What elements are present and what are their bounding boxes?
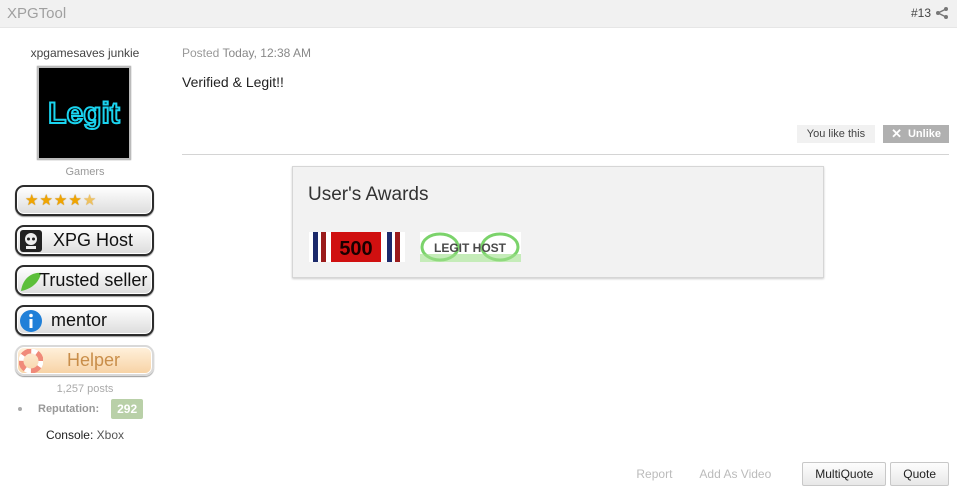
console-info: Console: Xbox	[0, 428, 170, 442]
award-legit-host[interactable]: LEGIT HOST	[420, 232, 521, 262]
post-date: Posted Today, 12:38 AM	[182, 46, 311, 60]
info-icon	[17, 307, 45, 334]
trusted-seller-badge: Trusted seller	[15, 265, 154, 296]
add-as-video-link[interactable]: Add As Video	[699, 467, 771, 481]
star-icon: ★	[68, 192, 82, 209]
xpg-host-badge: XPG Host	[15, 225, 154, 256]
badge-label: Trusted seller	[39, 270, 148, 290]
console-label: Console:	[45, 428, 94, 442]
bullet-icon	[18, 407, 22, 411]
award-label: LEGIT HOST	[434, 241, 507, 255]
post-number-link[interactable]: #13	[911, 6, 931, 20]
helper-badge: Helper	[15, 345, 154, 376]
share-icon[interactable]	[935, 6, 949, 20]
quote-button[interactable]: Quote	[890, 462, 949, 486]
member-title: xpgamesaves junkie	[30, 46, 140, 60]
divider	[182, 154, 949, 155]
star-icon: ★	[53, 192, 68, 209]
star-icon: ★	[39, 192, 53, 209]
rating-stars: ★ ★ ★ ★ ★	[17, 193, 96, 208]
author-sidebar: xpgamesaves junkie Legit Gamers ★ ★ ★ ★ …	[0, 28, 170, 501]
unlike-label: Unlike	[907, 128, 941, 140]
lifebuoy-icon	[17, 347, 45, 374]
reputation-value: 292	[111, 399, 144, 419]
reputation-label: Reputation:	[38, 403, 100, 415]
award-label: 500	[339, 238, 372, 260]
awards-title: User's Awards	[308, 184, 429, 205]
skull-icon	[17, 227, 45, 254]
badge-label: mentor	[51, 310, 108, 330]
member-group: Gamers	[65, 166, 105, 178]
reputation-actions: You like this ✕ Unlike	[796, 125, 949, 143]
award-500[interactable]: 500	[309, 232, 405, 262]
report-link[interactable]: Report	[636, 467, 672, 481]
badge-label: Helper	[67, 350, 121, 370]
star-icon: ★	[25, 192, 39, 209]
console-value: Xbox	[96, 428, 125, 442]
half-star-icon: ★	[82, 192, 97, 209]
rating-badge: ★ ★ ★ ★ ★	[15, 185, 154, 216]
close-icon: ✕	[891, 126, 902, 141]
mentor-badge: mentor	[15, 305, 154, 336]
post-controls: Report Add As Video MultiQuote Quote	[636, 462, 949, 486]
user-awards-panel: User's Awards 500 LEGIT HOST	[292, 166, 824, 278]
reputation-row: Reputation: 292	[18, 399, 144, 419]
posted-label: Posted	[182, 46, 220, 60]
post-header: XPGTool #13	[0, 0, 957, 28]
avatar[interactable]: Legit	[37, 66, 131, 160]
badge-label: XPG Host	[53, 230, 134, 250]
post-count: 1,257 posts	[56, 383, 114, 395]
post-body: Verified & Legit!!	[182, 74, 284, 90]
multiquote-button[interactable]: MultiQuote	[802, 462, 887, 486]
post-author-name[interactable]: XPGTool	[7, 5, 66, 22]
posted-time[interactable]: Today, 12:38 AM	[222, 46, 311, 60]
avatar-text: Legit	[48, 97, 120, 130]
unlike-button[interactable]: ✕ Unlike	[883, 125, 949, 143]
you-like-this-label: You like this	[796, 125, 876, 143]
